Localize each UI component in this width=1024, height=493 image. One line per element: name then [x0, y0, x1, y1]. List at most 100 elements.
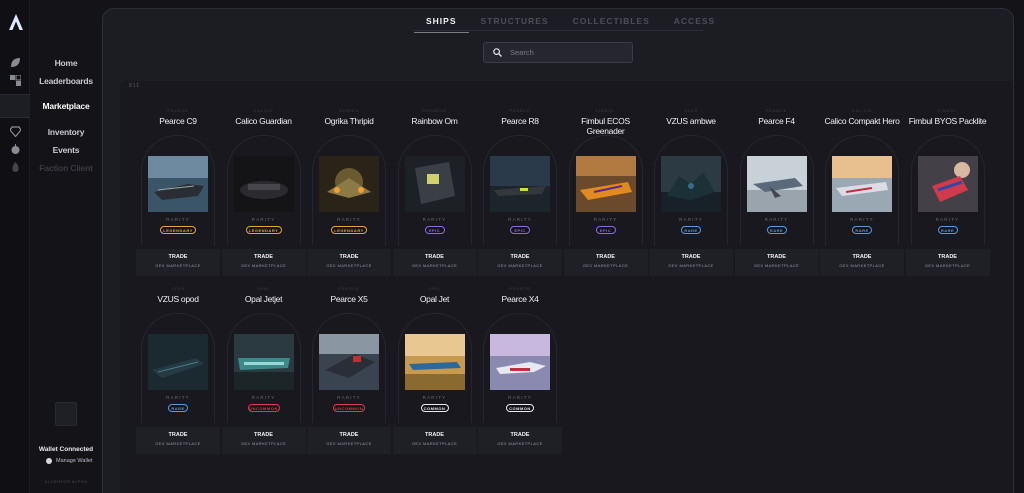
card-title[interactable]: Pearce C9 [136, 116, 220, 126]
flame-icon[interactable] [10, 162, 21, 173]
trade-button[interactable]: TRADE GEX MARKETPLACE [307, 427, 391, 454]
ship-card[interactable]: PEARCE Pearce X4 RARITY COMMON TRADE GEX… [478, 265, 562, 454]
ship-image[interactable] [148, 156, 208, 212]
trade-button[interactable]: TRADE GEX MARKETPLACE [563, 249, 648, 276]
trade-label: TRADE [339, 432, 359, 438]
card-title[interactable]: VZUS ambwe [649, 116, 733, 126]
card-title[interactable]: Calico Compakt Hero [820, 116, 904, 126]
ship-image[interactable] [233, 334, 294, 390]
avatar[interactable] [55, 402, 77, 426]
footer-note: ALCEHTOR ALPHA [44, 479, 88, 484]
card-title[interactable]: Ogrika Thripid [307, 116, 391, 126]
card-manufacturer: VZUS [684, 108, 698, 113]
rarity-label: RARITY [251, 395, 276, 400]
ship-card[interactable]: VZUS VZUS ambwe RARITY RARE TRADE GEX MA… [649, 87, 733, 276]
trade-label: TRADE [767, 254, 786, 260]
ship-card[interactable]: PEARCE Pearce R8 RARITY EPIC TRADE GEX M… [478, 87, 562, 276]
rarity-label: RARITY [422, 395, 447, 400]
diamond-icon[interactable] [10, 126, 21, 137]
rarity-label: RARITY [764, 217, 789, 222]
trade-label: TRADE [596, 254, 615, 260]
ship-card[interactable]: PEARCE Pearce X5 RARITY UNCOMMON TRADE G… [307, 265, 391, 454]
ship-image[interactable] [490, 334, 550, 390]
trade-button[interactable]: TRADE GEX MARKETPLACE [136, 427, 220, 454]
card-title[interactable]: Pearce R8 [478, 116, 562, 126]
trade-label: TRADE [938, 254, 957, 260]
rarity-badge: UNCOMMON [333, 404, 365, 412]
trade-label: TRADE [681, 254, 701, 260]
card-title[interactable]: Pearce X4 [478, 294, 562, 304]
sidebar-item-faction-client[interactable]: Faction Client [30, 163, 102, 173]
rarity-label: RARITY [935, 217, 960, 222]
trade-button[interactable]: TRADE GEX MARKETPLACE [649, 249, 733, 276]
trade-marketplace-label: GEX MARKETPLACE [411, 441, 458, 446]
sidebar-item-home[interactable]: Home [30, 58, 102, 68]
ship-image[interactable] [575, 156, 636, 212]
sidebar-item-events[interactable]: Events [30, 145, 102, 155]
card-manufacturer: OGRIKA [338, 108, 360, 113]
trade-label: TRADE [510, 432, 530, 438]
trade-marketplace-label: GEX MARKETPLACE [155, 441, 201, 446]
ship-image[interactable] [233, 156, 294, 212]
ship-image[interactable] [404, 156, 465, 212]
leaf-icon[interactable] [10, 57, 21, 68]
ship-card[interactable]: OPAL Opal Jet RARITY COMMON TRADE GEX MA… [392, 265, 477, 454]
ship-image[interactable] [832, 156, 892, 212]
trade-button[interactable]: TRADE GEX MARKETPLACE [478, 427, 562, 454]
card-title[interactable]: Fimbul ECOS Greenader [564, 116, 648, 136]
ship-image[interactable] [746, 156, 807, 212]
trade-label: TRADE [425, 254, 444, 260]
sidebar-item-inventory[interactable]: Inventory [30, 127, 102, 137]
trade-button[interactable]: TRADE GEX MARKETPLACE [905, 249, 990, 276]
trade-label: TRADE [254, 432, 273, 438]
ship-card[interactable]: FIMBUL Fimbul ECOS Greenader RARITY EPIC… [563, 87, 648, 276]
ship-card[interactable]: CALICO Calico Compakt Hero RARITY RARE T… [820, 87, 904, 276]
card-manufacturer: RAINBOW [422, 108, 447, 113]
rebel-icon[interactable] [10, 144, 21, 155]
card-title[interactable]: VZUS opod [136, 294, 220, 304]
wallet-status: Wallet Connected [38, 446, 94, 453]
ship-image[interactable] [319, 156, 379, 212]
ship-card[interactable]: PEARCE Pearce F4 RARITY RARE TRADE GEX M… [734, 87, 819, 276]
card-title[interactable]: Pearce F4 [735, 116, 819, 126]
ship-image[interactable] [404, 334, 465, 390]
trade-button[interactable]: TRADE GEX MARKETPLACE [392, 427, 477, 454]
trade-label: TRADE [339, 254, 359, 260]
trade-marketplace-label: GEX MARKETPLACE [668, 263, 714, 268]
rarity-label: RARITY [508, 217, 532, 222]
ship-image[interactable] [917, 156, 978, 212]
trade-marketplace-label: GEX MARKETPLACE [753, 263, 800, 268]
ship-card[interactable]: CALICO Calico Guardian RARITY LEGENDARY … [221, 87, 306, 276]
ship-image[interactable] [148, 334, 208, 390]
trade-label: TRADE [510, 254, 530, 260]
ship-image[interactable] [661, 156, 721, 212]
card-title[interactable]: Opal Jetjet [222, 294, 306, 304]
users-icon[interactable] [10, 75, 21, 86]
ship-card[interactable]: OPAL Opal Jetjet RARITY UNCOMMON TRADE G… [221, 265, 306, 454]
card-manufacturer: PEARCE [765, 108, 788, 113]
search-input[interactable]: Search [483, 42, 633, 63]
card-title[interactable]: Rainbow Om [393, 116, 477, 126]
app-logo-icon[interactable] [9, 14, 23, 30]
card-manufacturer: VZUS [171, 286, 185, 291]
ship-card[interactable]: VZUS VZUS opod RARITY RARE TRADE GEX MAR… [136, 265, 220, 454]
card-title[interactable]: Calico Guardian [222, 116, 306, 126]
trade-button[interactable]: TRADE GEX MARKETPLACE [820, 249, 904, 276]
trade-button[interactable]: TRADE GEX MARKETPLACE [221, 427, 306, 454]
sidebar-item-marketplace[interactable]: Marketplace [30, 101, 102, 111]
ship-image[interactable] [319, 334, 379, 390]
card-manufacturer: PEARCE [509, 286, 531, 291]
search-icon [493, 48, 502, 57]
ship-card[interactable]: OGRIKA Ogrika Thripid RARITY LEGENDARY T… [307, 87, 391, 276]
ship-card[interactable]: RAINBOW Rainbow Om RARITY EPIC TRADE GEX… [392, 87, 477, 276]
ship-card[interactable]: FIMBUL Fimbul BYOS Packlite RARITY RARE … [905, 87, 990, 276]
card-title[interactable]: Pearce X5 [307, 294, 391, 304]
trade-button[interactable]: TRADE GEX MARKETPLACE [734, 249, 819, 276]
sidebar-item-leaderboards[interactable]: Leaderboards [30, 76, 102, 86]
card-manufacturer: OPAL [256, 286, 271, 291]
manage-wallet-button[interactable]: Manage Wallet [46, 458, 92, 464]
ship-image[interactable] [490, 156, 550, 212]
card-title[interactable]: Fimbul BYOS Packlite [906, 116, 990, 126]
card-title[interactable]: Opal Jet [393, 294, 477, 304]
ship-card[interactable]: PEARCE Pearce C9 RARITY LEGENDARY TRADE … [136, 87, 220, 276]
